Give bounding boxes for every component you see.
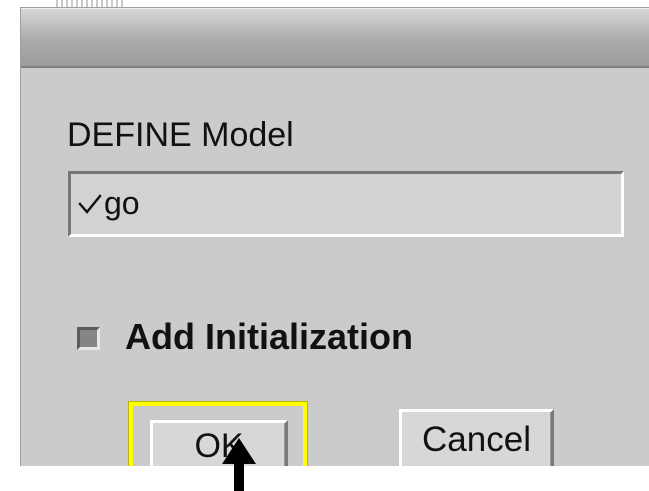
ok-button[interactable]: OK [150,420,288,466]
check-icon [76,184,104,224]
dialog-heading: DEFINE Model [67,116,294,154]
model-value: go [104,184,140,221]
add-initialization-checkbox[interactable] [77,327,100,350]
screen: DEFINE Model go Add Initialization OK Ca… [0,0,649,491]
cancel-button[interactable]: Cancel [399,409,554,466]
define-model-dialog: DEFINE Model go Add Initialization OK Ca… [20,7,649,466]
add-initialization-label[interactable]: Add Initialization [125,315,413,359]
dialog-titlebar[interactable] [21,8,649,68]
add-initialization-option[interactable]: Add Initialization [77,314,413,360]
model-selection-field[interactable]: go [68,171,624,237]
ok-button-focus-ring: OK [128,401,308,466]
